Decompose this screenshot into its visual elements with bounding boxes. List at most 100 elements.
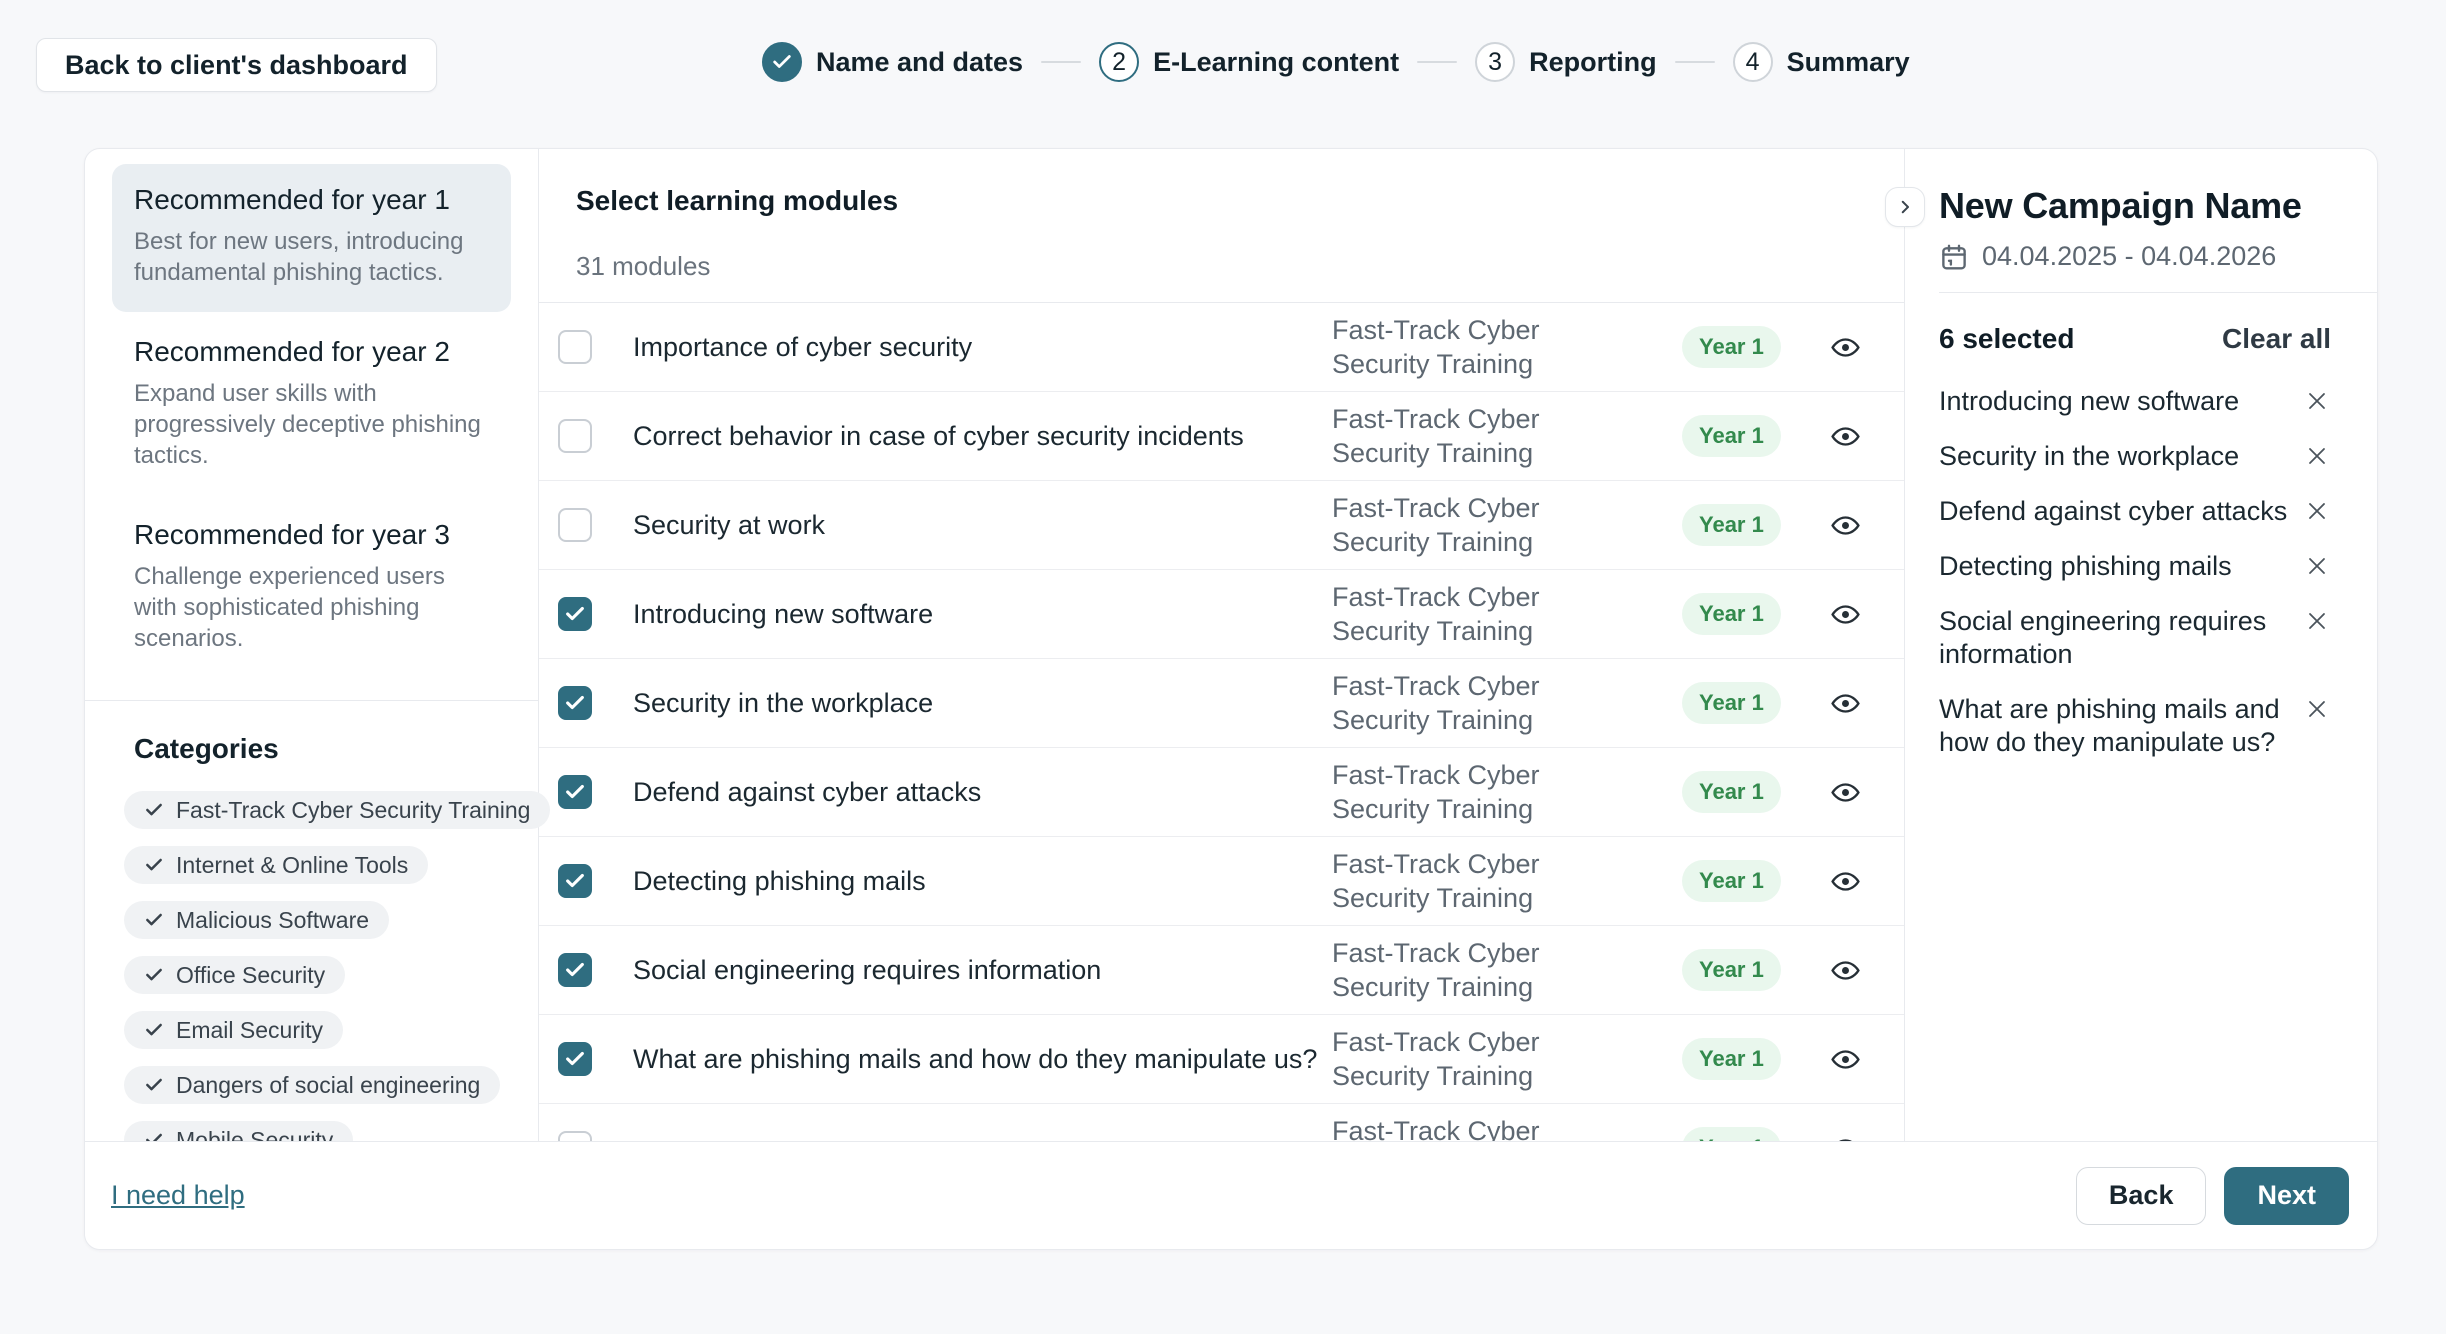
preview-module-button[interactable] xyxy=(1823,859,1867,903)
selected-module-name: What are phishing mails and how do they … xyxy=(1939,693,2295,759)
check-icon xyxy=(144,1075,164,1095)
category-filter-chip[interactable]: Dangers of social engineering xyxy=(124,1066,500,1104)
module-checkbox[interactable] xyxy=(558,330,592,364)
category-filter-chip[interactable]: Email Security xyxy=(124,1011,343,1049)
wizard-step[interactable]: 2 E-Learning content xyxy=(1099,42,1399,82)
campaign-summary-panel: New Campaign Name 04.04.2025 - 04.04.202… xyxy=(1904,149,2377,1143)
back-to-dashboard-button[interactable]: Back to client's dashboard xyxy=(36,38,437,92)
category-filter-chip[interactable]: Malicious Software xyxy=(124,901,389,939)
preview-module-button[interactable] xyxy=(1823,770,1867,814)
eye-icon xyxy=(1830,421,1861,452)
module-row: Security in the workplace Fast-Track Cyb… xyxy=(539,659,1904,748)
selected-module-item: Introducing new software xyxy=(1939,385,2331,418)
wizard-step[interactable]: 3 Reporting xyxy=(1475,42,1657,82)
module-year-cell: Year 1 xyxy=(1682,771,1802,813)
selected-module-name: Detecting phishing mails xyxy=(1939,550,2232,583)
selected-module-item: Social engineering requires information xyxy=(1939,605,2331,671)
wizard-step[interactable]: 4 Summary xyxy=(1733,42,1910,82)
category-chip-label: Office Security xyxy=(176,962,325,989)
selected-module-item: Defend against cyber attacks xyxy=(1939,495,2331,528)
preview-module-button[interactable] xyxy=(1823,414,1867,458)
module-year-cell: Year 1 xyxy=(1682,1038,1802,1080)
recommendation-option[interactable]: Recommended for year 3 Challenge experie… xyxy=(112,499,511,678)
step-number-circle: 3 xyxy=(1475,42,1515,82)
preview-module-button[interactable] xyxy=(1823,325,1867,369)
module-checkbox[interactable] xyxy=(558,1042,592,1076)
module-category: Fast-Track Cyber Security Training xyxy=(1332,1025,1642,1093)
footer-buttons: Back Next xyxy=(2076,1167,2349,1225)
category-filter-chip[interactable]: Office Security xyxy=(124,956,345,994)
category-filter-chip[interactable]: Mobile Security xyxy=(124,1121,353,1143)
step-number-circle: 1 xyxy=(762,42,802,82)
help-link[interactable]: I need help xyxy=(111,1180,245,1211)
module-preview-cell xyxy=(1802,770,1888,814)
remove-module-button[interactable] xyxy=(2303,607,2331,638)
step-label: E-Learning content xyxy=(1153,47,1399,78)
module-name: Detecting phishing mails xyxy=(592,866,1332,897)
module-category: Fast-Track Cyber Security Training xyxy=(1332,669,1642,737)
recommendation-description: Challenge experienced users with sophist… xyxy=(134,561,489,654)
module-checkbox[interactable] xyxy=(558,864,592,898)
category-filter-chip[interactable]: Internet & Online Tools xyxy=(124,846,428,884)
module-checkbox[interactable] xyxy=(558,508,592,542)
module-year-cell: Year 1 xyxy=(1682,504,1802,546)
close-icon xyxy=(2305,697,2329,721)
module-checkbox[interactable] xyxy=(558,953,592,987)
preview-module-button[interactable] xyxy=(1823,592,1867,636)
close-icon xyxy=(2305,444,2329,468)
step-connector-line xyxy=(1041,61,1081,63)
step-connector-line xyxy=(1417,61,1457,63)
collapse-panel-button[interactable] xyxy=(1885,187,1925,227)
preview-module-button[interactable] xyxy=(1823,681,1867,725)
module-year-cell: Year 1 xyxy=(1682,860,1802,902)
selected-module-name: Social engineering requires information xyxy=(1939,605,2295,671)
back-button[interactable]: Back xyxy=(2076,1167,2207,1225)
category-filter-chip[interactable]: Fast-Track Cyber Security Training xyxy=(124,791,550,829)
remove-module-button[interactable] xyxy=(2303,695,2331,726)
preview-module-button[interactable] xyxy=(1823,503,1867,547)
eye-icon xyxy=(1830,510,1861,541)
selected-module-item: Detecting phishing mails xyxy=(1939,550,2331,583)
remove-module-button[interactable] xyxy=(2303,442,2331,473)
recommendation-option[interactable]: Recommended for year 1 Best for new user… xyxy=(112,164,511,312)
campaign-date-range-row: 04.04.2025 - 04.04.2026 xyxy=(1939,241,2331,272)
remove-module-button[interactable] xyxy=(2303,552,2331,583)
module-checkbox[interactable] xyxy=(558,686,592,720)
module-row: Introducing new software Fast-Track Cybe… xyxy=(539,570,1904,659)
selection-header: 6 selected Clear all xyxy=(1939,323,2331,355)
check-icon xyxy=(564,959,586,981)
sidebar-divider xyxy=(85,700,538,701)
check-icon xyxy=(144,1020,164,1040)
module-checkbox[interactable] xyxy=(558,775,592,809)
wizard-step[interactable]: 1 Name and dates xyxy=(762,42,1023,82)
step-label: Reporting xyxy=(1529,47,1657,78)
wizard-content: Recommended for year 1 Best for new user… xyxy=(85,149,2377,1143)
next-button[interactable]: Next xyxy=(2224,1167,2349,1225)
preview-module-button[interactable] xyxy=(1823,948,1867,992)
module-name: Introducing new software xyxy=(592,599,1332,630)
preview-module-button[interactable] xyxy=(1823,1037,1867,1081)
close-icon xyxy=(2305,554,2329,578)
eye-icon xyxy=(1830,332,1861,363)
module-year-cell: Year 1 xyxy=(1682,682,1802,724)
recommendation-option[interactable]: Recommended for year 2 Expand user skill… xyxy=(112,316,511,495)
chevron-right-icon xyxy=(1896,198,1914,216)
check-icon xyxy=(144,855,164,875)
remove-module-button[interactable] xyxy=(2303,387,2331,418)
module-checkbox[interactable] xyxy=(558,419,592,453)
step-label: Summary xyxy=(1787,47,1910,78)
remove-module-button[interactable] xyxy=(2303,497,2331,528)
check-icon xyxy=(771,51,793,73)
module-checkbox[interactable] xyxy=(558,597,592,631)
module-category: Fast-Track Cyber Security Training xyxy=(1332,936,1642,1004)
clear-all-button[interactable]: Clear all xyxy=(2222,323,2331,355)
module-category: Fast-Track Cyber Security Training xyxy=(1332,580,1642,648)
module-category: Fast-Track Cyber Security Training xyxy=(1332,313,1642,381)
year-badge: Year 1 xyxy=(1682,326,1781,368)
module-preview-cell xyxy=(1802,503,1888,547)
module-row: Social engineering requires information … xyxy=(539,926,1904,1015)
module-year-cell: Year 1 xyxy=(1682,415,1802,457)
selected-module-name: Introducing new software xyxy=(1939,385,2239,418)
module-count: 31 modules xyxy=(576,251,1904,282)
step-number: 3 xyxy=(1488,48,1502,77)
